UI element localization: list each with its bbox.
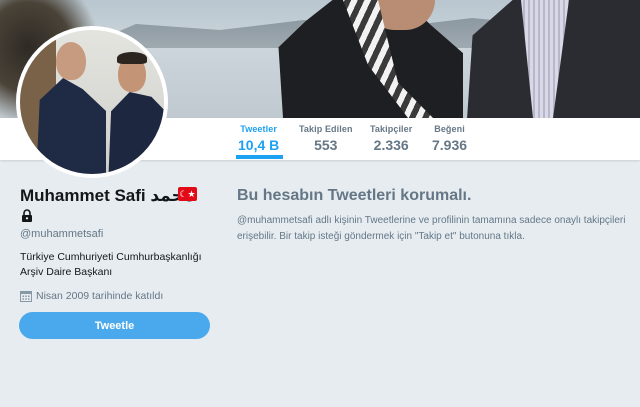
protected-account-title: Bu hesabın Tweetleri korumalı. bbox=[237, 187, 472, 204]
avatar-person-left-head bbox=[56, 42, 86, 80]
nav-likes-label: Beğeni bbox=[434, 124, 465, 134]
nav-likes[interactable]: Beğeni 7.936 bbox=[432, 124, 467, 153]
nav-following-label: Takip Edilen bbox=[299, 124, 353, 134]
calendar-icon bbox=[20, 291, 32, 302]
joined-date-row: Nisan 2009 tarihinde katıldı bbox=[20, 290, 163, 302]
nav-following[interactable]: Takip Edilen 553 bbox=[299, 124, 353, 153]
nav-followers-label: Takipçiler bbox=[370, 124, 413, 134]
lock-icon bbox=[22, 209, 32, 222]
nav-tweets-label: Tweetler bbox=[240, 124, 277, 134]
nav-followers[interactable]: Takipçiler 2.336 bbox=[370, 124, 412, 153]
profile-handle[interactable]: @muhammetsafi bbox=[20, 228, 103, 240]
bio-line: Türkiye Cumhuriyeti Cumhurbaşkanlığı bbox=[20, 251, 202, 263]
nav-tweets-count: 10,4 B bbox=[238, 137, 280, 153]
protected-text-line: erişebilir. Bir takip isteği göndermek i… bbox=[237, 231, 525, 242]
avatar-person-right-hair bbox=[117, 52, 147, 64]
avatar[interactable] bbox=[16, 26, 168, 178]
nav-likes-count: 7.936 bbox=[432, 137, 468, 153]
profile-name[interactable]: Muhammet Safi محمد bbox=[20, 186, 194, 206]
nav-followers-count: 2.336 bbox=[373, 137, 409, 153]
protected-text-line: @muhammetsafi adlı kişinin Tweetlerine v… bbox=[237, 215, 626, 226]
nav-tweets[interactable]: Tweetler 10,4 B bbox=[238, 124, 279, 153]
joined-date: Nisan 2009 tarihinde katıldı bbox=[36, 290, 164, 302]
nav-following-count: 553 bbox=[314, 137, 338, 153]
profile-bio: Türkiye Cumhuriyeti Cumhurbaşkanlığı Arş… bbox=[20, 250, 220, 280]
nav-active-underline bbox=[236, 155, 283, 159]
tweet-button[interactable]: Tweetle bbox=[19, 312, 210, 339]
turkey-flag-icon: ☾★ bbox=[178, 187, 197, 201]
protected-account-text: @muhammetsafi adlı kişinin Tweetlerine v… bbox=[237, 213, 632, 245]
bio-line: Arşiv Daire Başkanı bbox=[20, 266, 113, 278]
